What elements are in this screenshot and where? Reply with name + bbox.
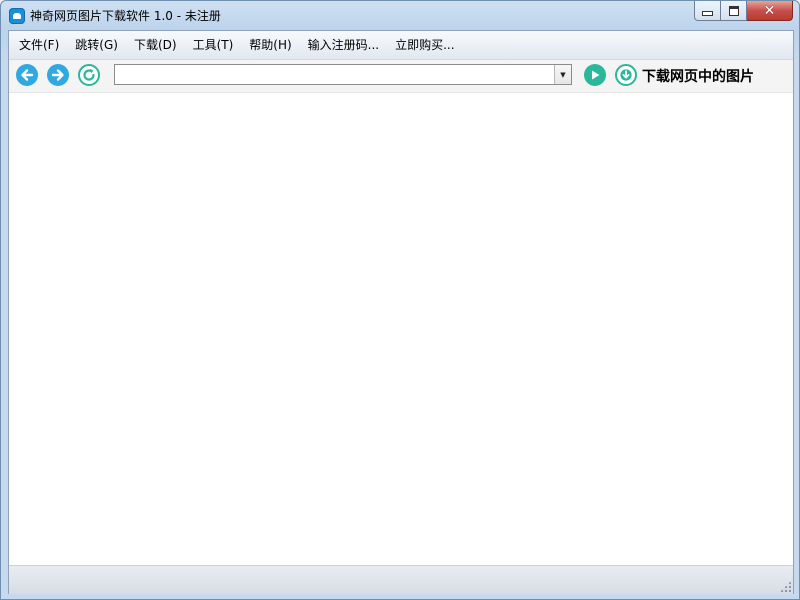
maximize-button[interactable] <box>721 1 747 21</box>
close-icon: ✕ <box>763 2 776 19</box>
go-button[interactable] <box>584 64 606 86</box>
client-area: 文件(F) 跳转(G) 下载(D) 工具(T) 帮助(H) 输入注册码... 立… <box>8 30 794 594</box>
close-button[interactable]: ✕ <box>747 1 793 21</box>
refresh-icon <box>83 68 95 81</box>
window-title: 神奇网页图片下载软件 1.0 - 未注册 <box>30 9 221 23</box>
app-window: 神奇网页图片下载软件 1.0 - 未注册 ✕ 文件(F) 跳转(G) 下载(D)… <box>0 0 800 600</box>
menu-download[interactable]: 下载(D) <box>126 35 185 55</box>
url-combobox[interactable]: ▼ <box>114 64 572 85</box>
download-images-label[interactable]: 下载网页中的图片 <box>642 66 754 86</box>
dropdown-arrow-icon: ▼ <box>560 70 566 79</box>
play-icon <box>592 70 600 80</box>
menu-buy-now[interactable]: 立即购买... <box>387 35 462 55</box>
minimize-icon <box>702 11 713 16</box>
back-button[interactable] <box>16 64 38 86</box>
url-input[interactable] <box>117 66 551 82</box>
maximize-icon <box>728 5 739 16</box>
menu-enter-registration-code[interactable]: 输入注册码... <box>300 35 387 55</box>
download-images-button[interactable] <box>615 64 637 86</box>
window-controls: ✕ <box>694 1 793 21</box>
title-bar[interactable]: 神奇网页图片下载软件 1.0 - 未注册 ✕ <box>1 1 799 29</box>
forward-button[interactable] <box>47 64 69 86</box>
refresh-button[interactable] <box>78 64 100 86</box>
resize-grip-icon[interactable] <box>780 581 791 592</box>
menu-tools[interactable]: 工具(T) <box>185 35 242 55</box>
menu-bar: 文件(F) 跳转(G) 下载(D) 工具(T) 帮助(H) 输入注册码... 立… <box>9 31 793 60</box>
arrow-left-icon <box>21 69 34 81</box>
status-bar <box>9 565 793 594</box>
menu-goto[interactable]: 跳转(G) <box>67 35 126 55</box>
menu-help[interactable]: 帮助(H) <box>241 35 299 55</box>
download-icon <box>620 69 632 81</box>
url-dropdown-button[interactable]: ▼ <box>554 65 571 84</box>
arrow-right-icon <box>51 69 64 81</box>
minimize-button[interactable] <box>694 1 721 21</box>
toolbar: ▼ 下载网页中的图片 <box>9 60 793 93</box>
menu-file[interactable]: 文件(F) <box>9 35 67 55</box>
app-logo-icon <box>9 8 25 24</box>
browser-content-area[interactable] <box>9 93 793 565</box>
